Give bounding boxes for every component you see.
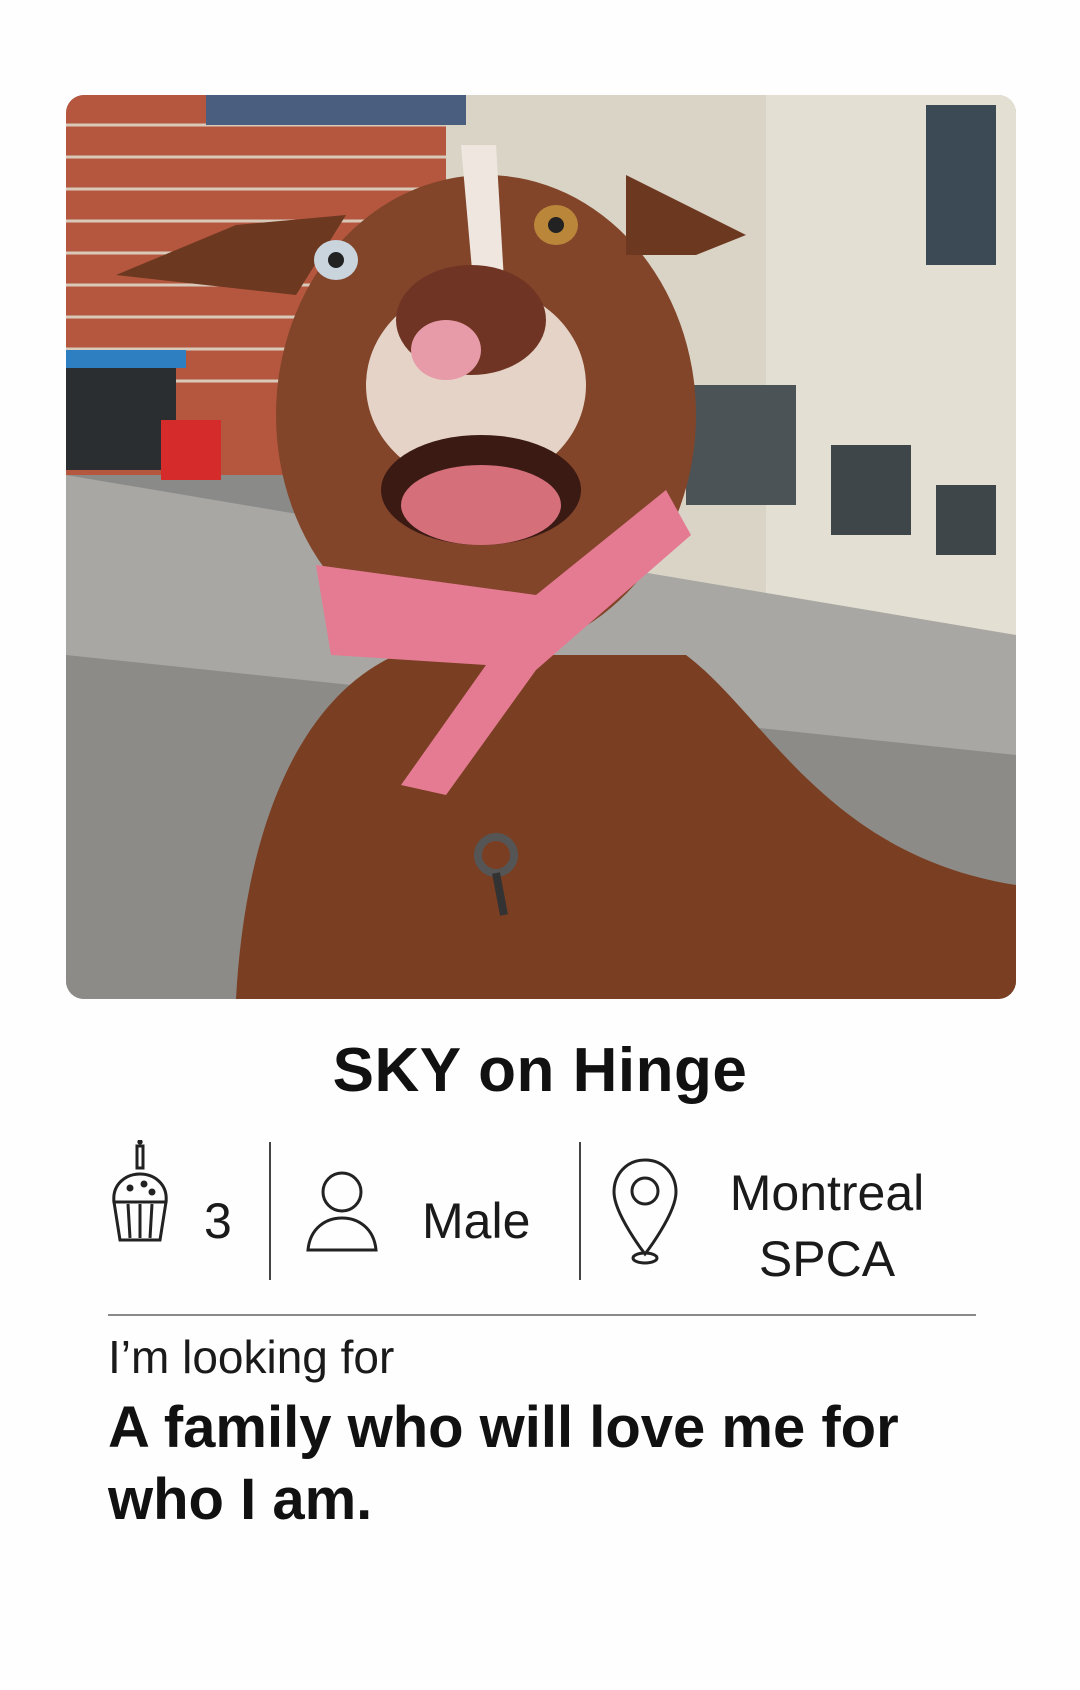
location-value: Montreal SPCA <box>678 1160 976 1292</box>
location-city: Montreal <box>729 1165 925 1221</box>
location-shelter: SPCA <box>758 1231 896 1287</box>
gender-value: Male <box>422 1193 531 1249</box>
prompt-answer[interactable]: A family who will love me for who I am. <box>108 1392 968 1536</box>
prompt-label: I’m looking for <box>108 1331 395 1383</box>
person-icon <box>306 1170 378 1252</box>
dog-photo-illustration <box>66 95 1016 999</box>
stats-divider <box>579 1142 581 1280</box>
stats-divider <box>269 1142 271 1280</box>
age-value: 3 <box>204 1193 232 1249</box>
map-pin-icon <box>612 1158 678 1266</box>
profile-photo[interactable] <box>66 95 1016 999</box>
birthday-cupcake-icon <box>108 1138 172 1244</box>
profile-title: SKY on Hinge <box>332 1036 748 1105</box>
section-divider <box>108 1314 976 1316</box>
profile-stats: 3 Male Montreal SPCA <box>108 1138 976 1287</box>
